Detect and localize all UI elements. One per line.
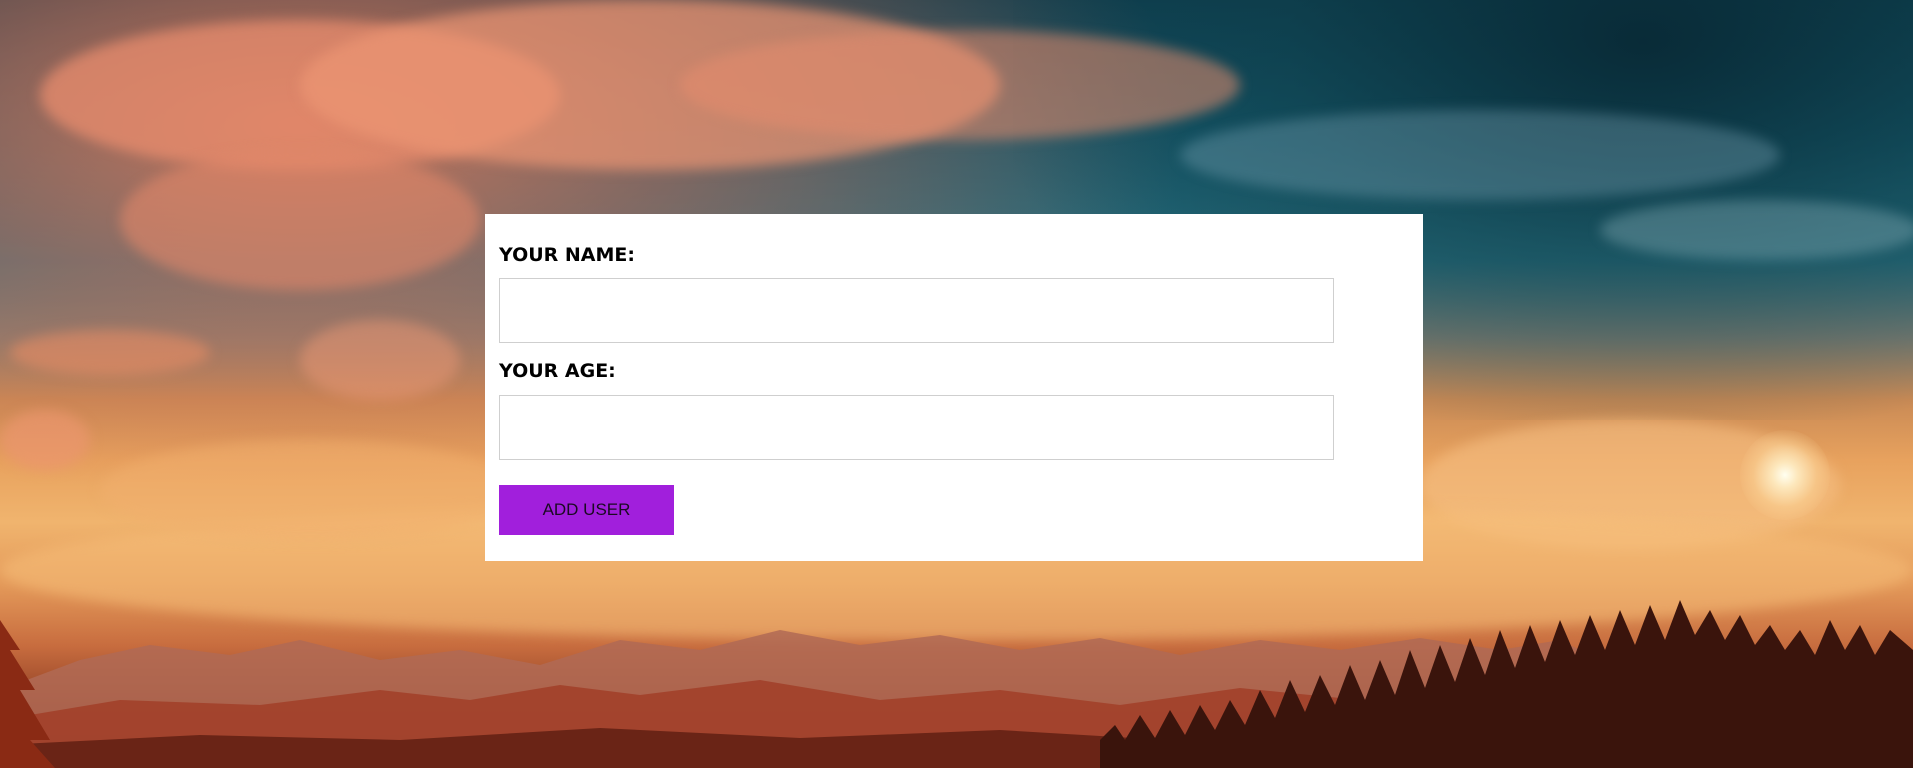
name-label: YOUR NAME: xyxy=(499,244,635,266)
add-user-form: YOUR NAME: YOUR AGE: ADD USER xyxy=(485,214,1423,561)
add-user-button[interactable]: ADD USER xyxy=(499,485,674,535)
age-label: YOUR AGE: xyxy=(499,360,616,382)
name-input[interactable] xyxy=(499,278,1334,343)
age-input[interactable] xyxy=(499,395,1334,460)
